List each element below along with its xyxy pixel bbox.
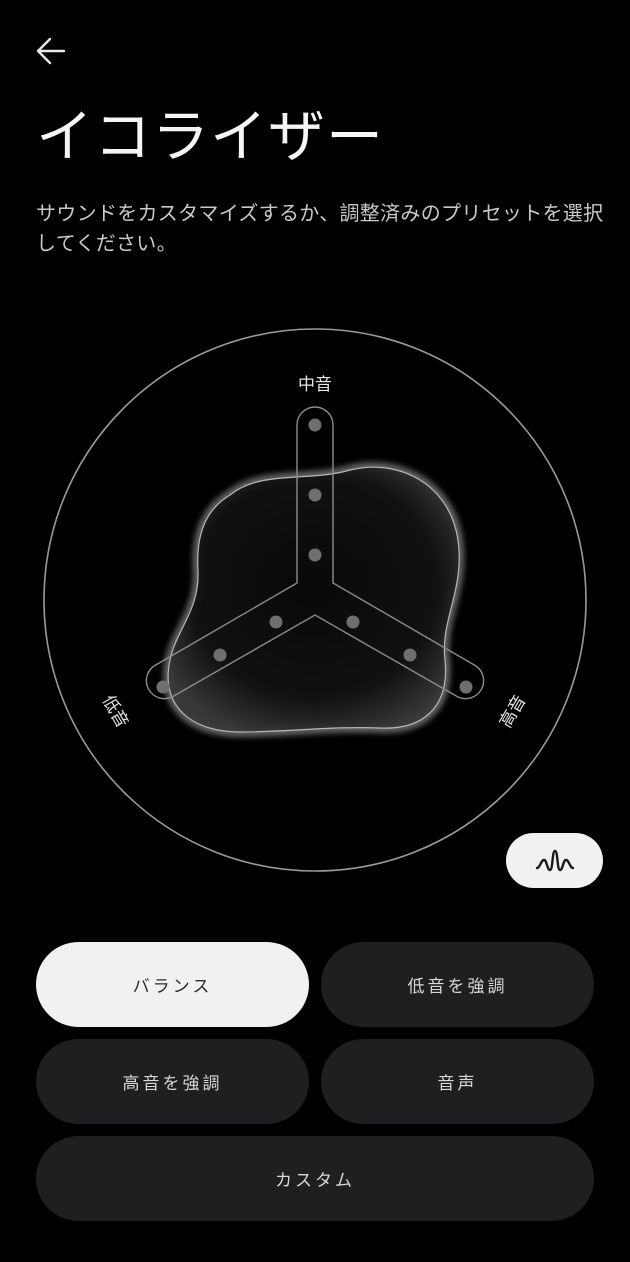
page-title: イコライザー [36, 104, 384, 170]
preset-balance-button[interactable]: バランス [36, 942, 309, 1027]
waveform-toggle-button[interactable] [506, 833, 603, 888]
high-dot-2 [403, 648, 417, 662]
high-dot-3 [459, 680, 473, 694]
back-button[interactable] [26, 28, 76, 74]
axis-label-mid: 中音 [298, 375, 332, 395]
waveform-icon [535, 849, 574, 871]
mid-dot-1 [308, 418, 322, 432]
page-subtitle: サウンドをカスタマイズするか、調整済みのプリセットを選択してください。 [36, 201, 604, 255]
preset-voice-button[interactable]: 音声 [321, 1039, 594, 1124]
preset-custom-button[interactable]: カスタム [36, 1136, 594, 1221]
arrow-left-icon [36, 37, 66, 65]
low-dot-3 [156, 680, 170, 694]
preset-treble-boost-button[interactable]: 高音を強調 [36, 1039, 309, 1124]
mid-dot-3 [308, 548, 322, 562]
equalizer-visual: 中音 低音 高音 [0, 300, 630, 900]
mid-dot-2 [308, 488, 322, 502]
low-dot-1 [269, 615, 283, 629]
low-dot-2 [213, 648, 227, 662]
high-dot-1 [346, 615, 360, 629]
preset-bass-boost-button[interactable]: 低音を強調 [321, 942, 594, 1027]
